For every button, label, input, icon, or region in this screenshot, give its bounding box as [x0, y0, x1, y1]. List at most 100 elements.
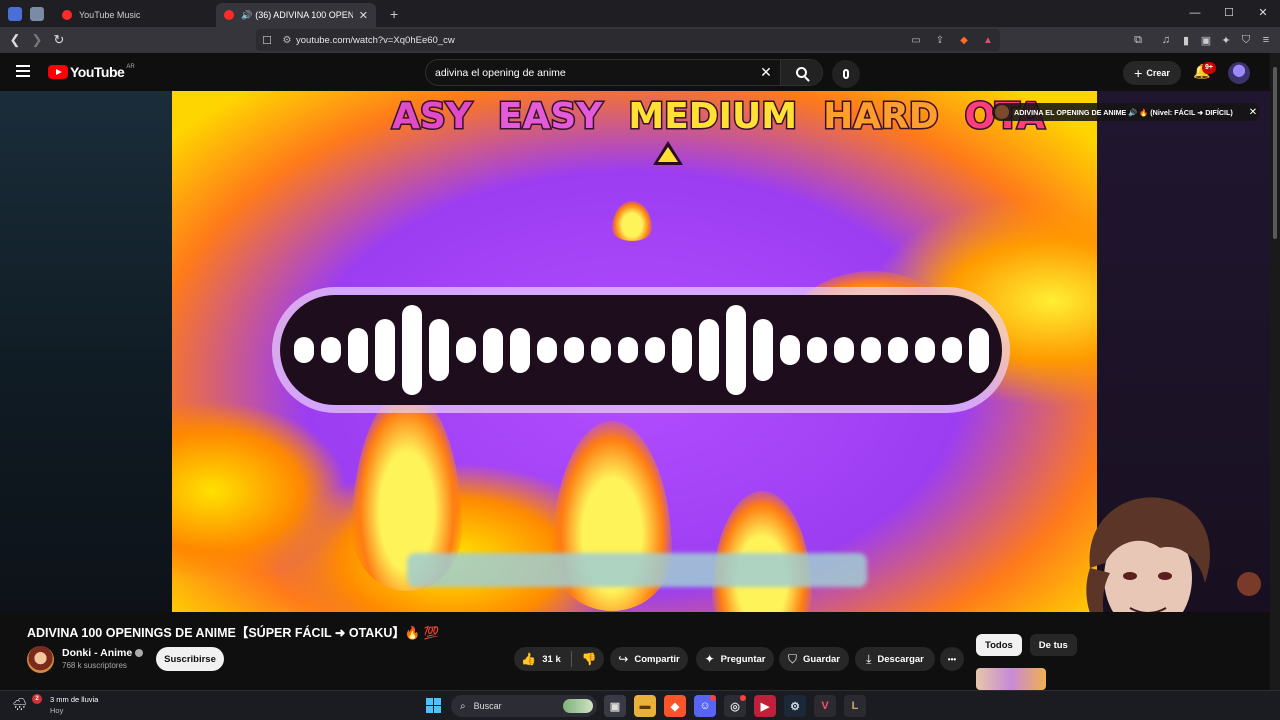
cast-icon[interactable]: ▭: [904, 35, 928, 46]
subscribe-button[interactable]: Suscribirse: [156, 647, 224, 671]
recommended-thumbnail[interactable]: [976, 668, 1046, 690]
chip-from-your[interactable]: De tus: [1029, 634, 1077, 656]
close-playlist-icon[interactable]: ✕: [1246, 107, 1260, 118]
maximize-button[interactable]: ☐: [1212, 0, 1246, 27]
more-actions-button[interactable]: •••: [940, 647, 964, 671]
bookmark-save-icon: ⛉: [788, 651, 798, 666]
like-count[interactable]: 31 k: [542, 654, 561, 665]
chip-all[interactable]: Todos: [976, 634, 1022, 656]
forward-icon[interactable]: ❯: [26, 32, 48, 48]
hamburger-menu-icon[interactable]: [16, 65, 30, 77]
minimize-button[interactable]: —: [1178, 0, 1212, 27]
waveform-bar: [968, 327, 989, 373]
share-icon[interactable]: ⇪: [928, 35, 952, 46]
vpn-icon[interactable]: ⛉: [1236, 34, 1256, 47]
create-label: Crear: [1146, 68, 1170, 78]
audio-waveform: [280, 295, 1002, 405]
media-icon[interactable]: ♫: [1156, 34, 1176, 46]
waveform-bar: [401, 305, 422, 395]
scrollbar-thumb[interactable]: [1273, 67, 1277, 239]
waveform-bar: [617, 337, 638, 363]
youtube-music-app-icon[interactable]: ▶: [754, 695, 776, 717]
search-button[interactable]: [780, 60, 822, 85]
close-window-button[interactable]: ✕: [1246, 0, 1280, 27]
youtube-logo[interactable]: YouTube AR: [48, 64, 135, 80]
save-button[interactable]: ⛉ Guardar: [779, 647, 849, 671]
back-icon[interactable]: ❮: [4, 32, 26, 48]
channel-name[interactable]: Donki - Anime: [62, 647, 144, 659]
share-button[interactable]: ↪ Compartir: [610, 647, 688, 671]
valorant-icon[interactable]: V: [814, 695, 836, 717]
waveform-bar: [563, 337, 584, 363]
site-settings-icon[interactable]: ⚙: [278, 35, 296, 46]
taskbar-search[interactable]: ⌕ Buscar: [451, 695, 597, 717]
logo-text: YouTube: [70, 64, 125, 80]
league-of-legends-icon[interactable]: L: [844, 695, 866, 717]
wallet-icon[interactable]: ▣: [1196, 34, 1216, 47]
extensions-icon[interactable]: ⧉: [1128, 34, 1148, 47]
sparkle-icon: ✦: [704, 652, 715, 666]
address-bar[interactable]: ☐ ⚙ youtube.com/watch?v=Xq0hEe60_cw ▭ ⇪ …: [256, 29, 1000, 51]
level-label: HARD: [822, 94, 941, 138]
weather-text: 3 mm de lluvia: [50, 695, 99, 704]
like-icon[interactable]: 👍: [521, 652, 536, 666]
new-tab-button[interactable]: +: [390, 6, 398, 22]
waveform-bar: [698, 319, 719, 381]
video-player[interactable]: ASY EASY MEDIUM HARD OTA: [172, 91, 1097, 612]
task-view-icon[interactable]: ▣: [604, 695, 626, 717]
file-explorer-icon[interactable]: ▬: [634, 695, 656, 717]
brave-menu-icon[interactable]: [8, 6, 22, 21]
share-label: Compartir: [634, 653, 680, 665]
menu-icon[interactable]: ≡: [1256, 34, 1276, 46]
bookmark-icon[interactable]: ☐: [256, 34, 278, 47]
tab-title: (36) ADIVINA 100 OPENINGS: [255, 10, 353, 20]
sidebar-icon[interactable]: ▮: [1176, 34, 1196, 47]
ask-button[interactable]: ✦ Preguntar: [696, 647, 774, 671]
windows-start-icon[interactable]: [426, 698, 441, 713]
youtube-masthead: YouTube AR adivina el opening de anime ✕…: [0, 53, 1280, 91]
account-avatar[interactable]: [1228, 62, 1250, 84]
brave-shield-icon[interactable]: ◆: [952, 35, 976, 46]
page-scrollbar[interactable]: [1270, 53, 1280, 690]
brave-browser-icon[interactable]: ◆: [664, 695, 686, 717]
create-button[interactable]: + Crear: [1123, 61, 1181, 85]
channel-name-text[interactable]: Donki - Anime: [62, 647, 132, 659]
search-box[interactable]: adivina el opening de anime ✕: [425, 59, 823, 86]
ask-label: Preguntar: [720, 653, 766, 665]
channel-avatar[interactable]: [27, 646, 54, 673]
tab-current-video[interactable]: 🔊 (36) ADIVINA 100 OPENINGS ✕: [216, 3, 376, 27]
waveform-bar: [293, 337, 314, 363]
flame-decoration: [712, 491, 812, 612]
waveform-bar: [671, 327, 692, 373]
chrome-app-icon[interactable]: ◎: [724, 695, 746, 717]
audio-playing-icon[interactable]: 🔊: [241, 10, 252, 21]
taskbar-search-placeholder: Buscar: [473, 701, 502, 711]
search-highlight-icon: [563, 699, 593, 713]
waveform-bar: [428, 319, 449, 381]
extension-toolbar: ⧉ ♫ ▮ ▣ ✦ ⛉ ≡: [1128, 27, 1276, 53]
url-text[interactable]: youtube.com/watch?v=Xq0hEe60_cw: [296, 35, 904, 46]
rewards-icon[interactable]: ▲: [976, 35, 1000, 46]
steam-icon[interactable]: ⚙: [784, 695, 806, 717]
tab-youtube-music[interactable]: YouTube Music: [54, 3, 214, 27]
windows-taskbar: 🌧 2 3 mm de lluvia Hoy ⌕ Buscar ▣ ▬ ◆ ☺ …: [0, 690, 1280, 720]
search-input[interactable]: adivina el opening de anime: [426, 67, 752, 79]
waveform-bar: [887, 337, 908, 363]
rain-cloud-icon: 🌧: [12, 697, 28, 711]
clear-search-icon[interactable]: ✕: [752, 64, 780, 81]
playlist-banner[interactable]: ADIVINA EL OPENING DE ANIME 🔊 🔥 (Nivel: …: [992, 103, 1260, 121]
leo-ai-icon[interactable]: ✦: [1216, 34, 1236, 47]
reload-icon[interactable]: ↻: [48, 32, 70, 48]
dislike-icon[interactable]: 👎: [582, 652, 597, 666]
answer-bar: [407, 553, 867, 587]
voice-search-button[interactable]: [832, 60, 860, 88]
waveform-bar: [347, 327, 368, 373]
difficulty-levels: ASY EASY MEDIUM HARD OTA: [391, 91, 1092, 141]
weather-widget[interactable]: 🌧 2 3 mm de lluvia Hoy: [12, 694, 98, 716]
window-controls: — ☐ ✕: [1178, 0, 1280, 27]
download-button[interactable]: ⤓ Descargar: [855, 647, 935, 671]
weather-sub: Hoy: [50, 706, 64, 715]
tab-list-icon[interactable]: [30, 6, 44, 21]
close-tab-icon[interactable]: ✕: [359, 9, 368, 22]
discord-icon[interactable]: ☺: [694, 695, 716, 717]
